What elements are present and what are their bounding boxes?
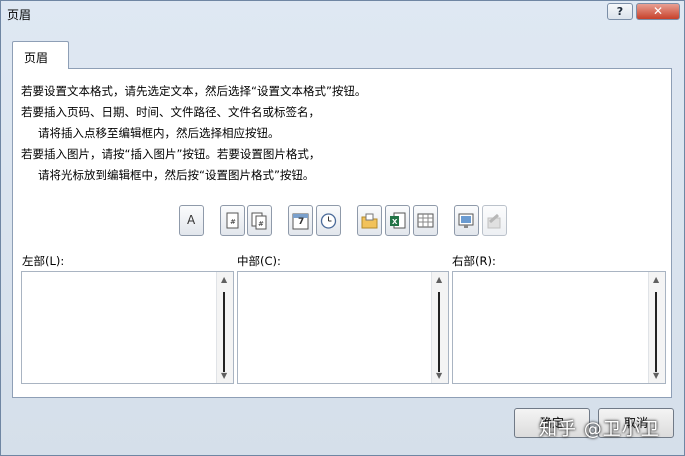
right-editor-scrollbar[interactable]: ▲ ▼: [648, 272, 665, 383]
scroll-down-arrow-icon[interactable]: ▼: [221, 371, 227, 380]
center-section-editor[interactable]: ▲ ▼: [237, 271, 449, 384]
tab-header[interactable]: 页眉: [12, 41, 69, 69]
scroll-down-arrow-icon[interactable]: ▼: [436, 371, 442, 380]
folder-icon: [361, 213, 378, 229]
right-section-label: 右部(R):: [452, 254, 496, 268]
insert-picture-button[interactable]: [454, 205, 479, 236]
scroll-thumb[interactable]: [223, 292, 225, 372]
scroll-up-arrow-icon[interactable]: ▲: [221, 275, 227, 284]
calendar-day-label: 7: [298, 217, 305, 227]
sheet-grid-icon: [417, 213, 434, 228]
left-editor-scrollbar[interactable]: ▲ ▼: [216, 272, 233, 383]
format-picture-button[interactable]: [482, 205, 507, 236]
picture-icon: [458, 213, 474, 228]
center-section-label: 中部(C):: [237, 254, 281, 268]
font-icon: A: [187, 213, 196, 227]
insert-page-number-button[interactable]: #: [220, 205, 245, 236]
scroll-thumb[interactable]: [655, 292, 657, 372]
svg-text:X: X: [392, 218, 398, 226]
format-picture-icon: [487, 213, 501, 229]
insert-time-button[interactable]: [316, 205, 341, 236]
clock-icon: [320, 213, 337, 229]
insert-sheet-name-button[interactable]: [413, 205, 438, 236]
page-count-icon: #: [251, 212, 267, 230]
svg-text:#: #: [258, 220, 264, 228]
instruction-line-3: 请将插入点移至编辑框内，然后选择相应按钮。: [38, 126, 280, 140]
left-section-label: 左部(L):: [22, 254, 65, 268]
format-text-button[interactable]: A: [179, 205, 204, 236]
header-dialog: 页眉 ? ✕ 页眉 若要设置文本格式，请先选定文本，然后选择“设置文本格式”按钮…: [0, 0, 685, 456]
instruction-line-4: 若要插入图片，请按“插入图片”按钮。若要设置图片格式，: [21, 147, 321, 161]
svg-text:#: #: [230, 218, 236, 226]
instruction-line-1: 若要设置文本格式，请先选定文本，然后选择“设置文本格式”按钮。: [21, 84, 367, 98]
help-button[interactable]: ?: [607, 3, 633, 20]
right-section-editor[interactable]: ▲ ▼: [452, 271, 666, 384]
insert-date-button[interactable]: 7: [288, 205, 313, 236]
scroll-thumb[interactable]: [438, 292, 440, 372]
title-bar: 页眉 ? ✕: [1, 1, 684, 25]
close-button[interactable]: ✕: [636, 3, 680, 20]
center-editor-scrollbar[interactable]: ▲ ▼: [431, 272, 448, 383]
insert-file-name-button[interactable]: X: [385, 205, 410, 236]
scroll-up-arrow-icon[interactable]: ▲: [436, 275, 442, 284]
scroll-up-arrow-icon[interactable]: ▲: [653, 275, 659, 284]
insert-file-path-button[interactable]: [357, 205, 382, 236]
excel-file-icon: X: [390, 212, 406, 229]
left-section-editor[interactable]: ▲ ▼: [21, 271, 234, 384]
watermark: 知乎 @卫小卫: [539, 419, 660, 440]
page-number-icon: #: [226, 212, 239, 229]
insert-page-count-button[interactable]: #: [247, 205, 272, 236]
instruction-line-2: 若要插入页码、日期、时间、文件路径、文件名或标签名，: [21, 105, 320, 119]
instruction-line-5: 请将光标放到编辑框中，然后按“设置图片格式”按钮。: [38, 168, 315, 182]
scroll-down-arrow-icon[interactable]: ▼: [653, 371, 659, 380]
window-title: 页眉: [7, 8, 32, 22]
